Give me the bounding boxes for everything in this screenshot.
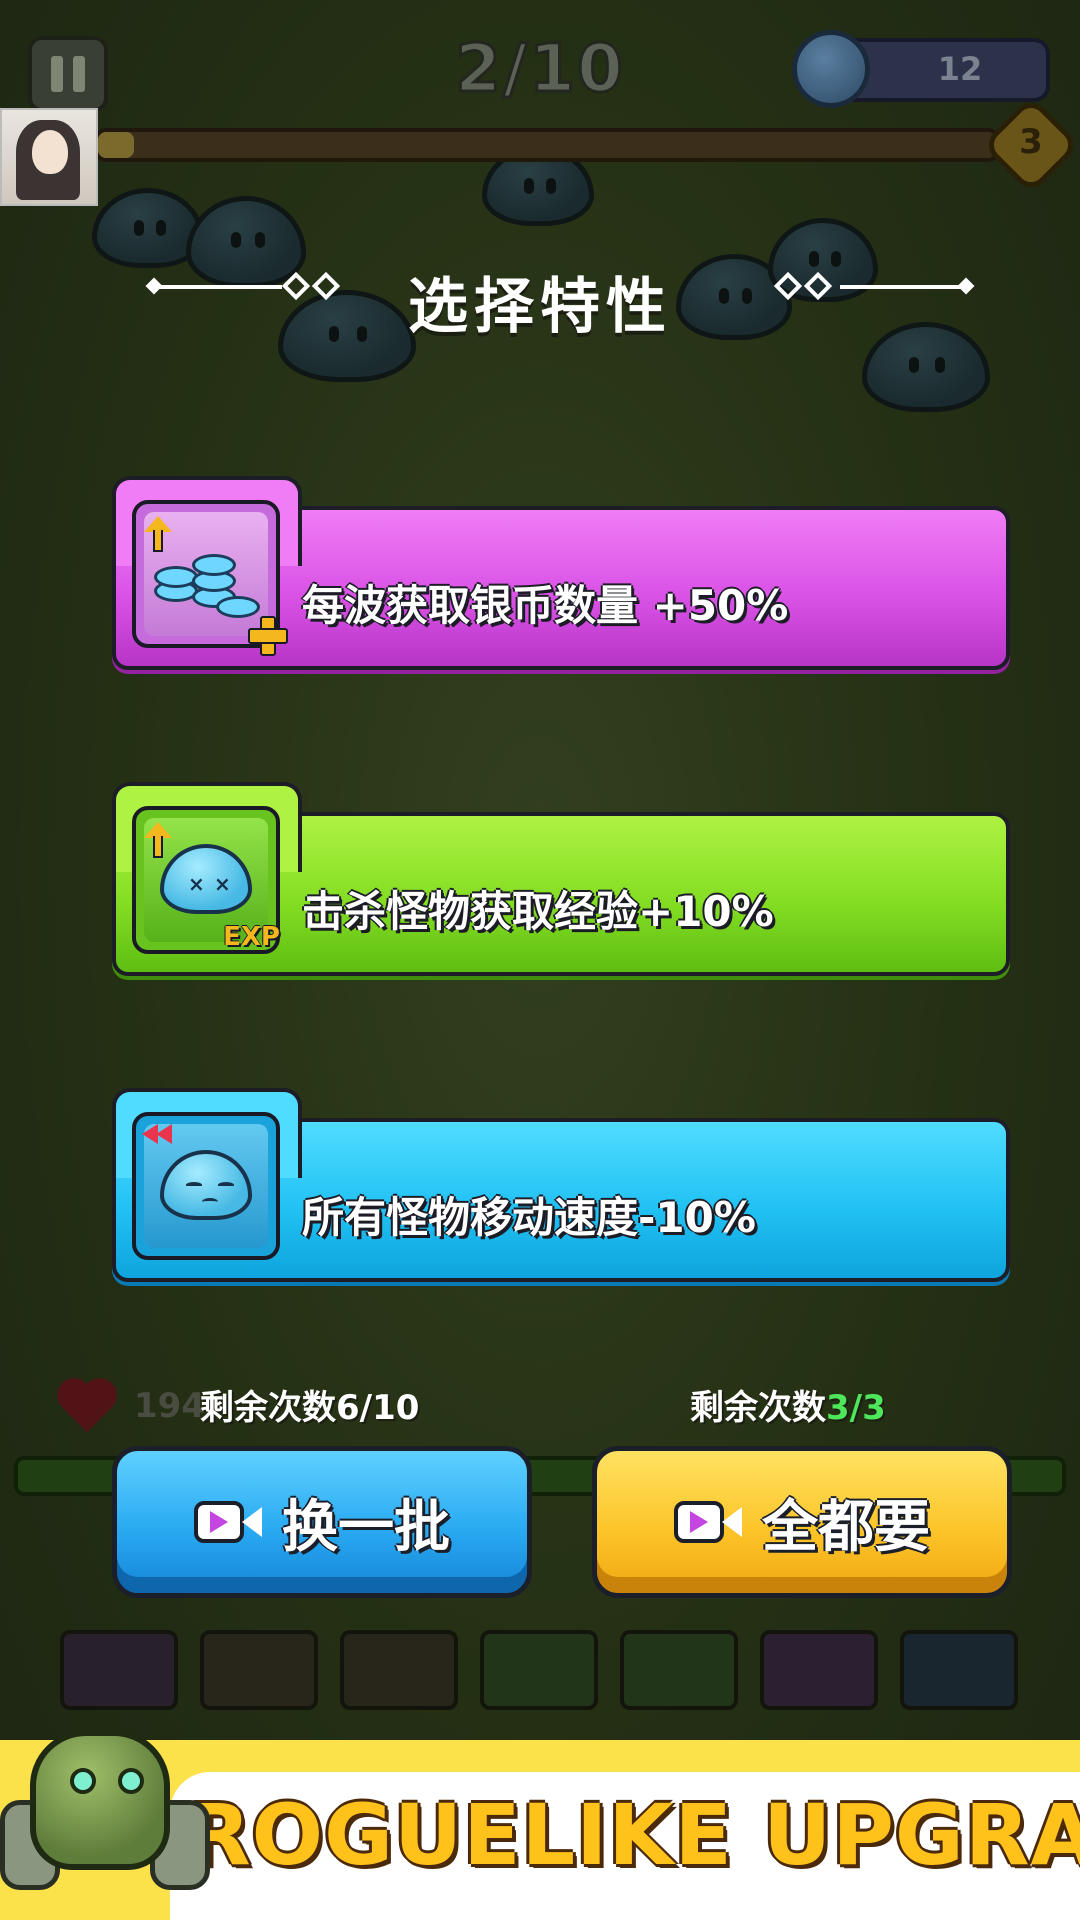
golem-mascot-icon bbox=[0, 1690, 220, 1920]
coin-count: 12 bbox=[937, 50, 983, 88]
coin-icon bbox=[792, 30, 870, 108]
wave-counter: 2/10 bbox=[454, 29, 625, 109]
trait-card-exp[interactable]: × × EXP 击杀怪物获取经验+10% bbox=[112, 782, 1010, 982]
take-all-button[interactable]: 全都要 bbox=[592, 1446, 1012, 1598]
dialog-title-row: 选择特性 bbox=[0, 250, 1080, 342]
up-arrow-icon bbox=[144, 516, 172, 554]
trait-label: 所有怪物移动速度-10% bbox=[302, 1193, 756, 1242]
dialog-title: 选择特性 bbox=[408, 272, 672, 342]
video-ad-icon bbox=[194, 1497, 264, 1547]
golem-body bbox=[30, 1730, 170, 1870]
trait-card-slow[interactable]: 所有怪物移动速度-10% bbox=[112, 1088, 1010, 1288]
remaining-label: 剩余次数 bbox=[200, 1388, 336, 1428]
video-ad-icon bbox=[674, 1497, 744, 1547]
slime-exp-icon: × × EXP bbox=[132, 806, 280, 954]
refresh-button-label: 换一批 bbox=[282, 1494, 450, 1560]
player-avatar[interactable] bbox=[0, 108, 98, 206]
refresh-button[interactable]: 换一批 bbox=[112, 1446, 532, 1598]
plus-icon bbox=[248, 616, 288, 656]
pause-icon bbox=[73, 56, 85, 92]
slow-slime-icon bbox=[132, 1112, 280, 1260]
promo-banner-text: ROGUELIKE UPGRADE bbox=[186, 1786, 1080, 1884]
wave-progress-fill bbox=[98, 132, 134, 158]
coin-stack-icon bbox=[154, 566, 198, 588]
refresh-remaining: 剩余次数6/10 bbox=[200, 1380, 419, 1429]
level-number: 3 bbox=[1019, 122, 1043, 162]
silver-coins-plus-icon bbox=[132, 500, 288, 656]
pause-button[interactable] bbox=[28, 36, 108, 112]
trait-card-silver-coins[interactable]: 每波获取银币数量 +50% bbox=[112, 476, 1010, 676]
golem-eye bbox=[70, 1768, 96, 1794]
avatar-face bbox=[32, 130, 68, 174]
sad-eye-icon bbox=[218, 1182, 234, 1188]
pause-icon bbox=[51, 56, 63, 92]
trait-label: 击杀怪物获取经验+10% bbox=[302, 887, 774, 936]
take-all-remaining: 剩余次数3/3 bbox=[690, 1380, 886, 1429]
remaining-label: 剩余次数 bbox=[690, 1388, 826, 1428]
trait-label: 每波获取银币数量 +50% bbox=[302, 581, 789, 630]
golem-eye bbox=[118, 1768, 144, 1794]
sad-mouth-icon bbox=[202, 1198, 218, 1206]
exp-tag: EXP bbox=[223, 922, 280, 952]
x-eye-icon: × bbox=[188, 872, 205, 896]
rewind-icon bbox=[142, 1124, 178, 1144]
take-all-button-label: 全都要 bbox=[762, 1494, 930, 1560]
coin-stack-icon bbox=[216, 596, 260, 618]
sad-eye-icon bbox=[186, 1182, 202, 1188]
game-screen: 194 2/10 12 3 选择特性 每波获取银币数量 +50% × × EXP… bbox=[0, 0, 1080, 1920]
remaining-value: 6/10 bbox=[336, 1388, 420, 1428]
x-eye-icon: × bbox=[214, 872, 231, 896]
up-arrow-icon bbox=[144, 822, 172, 860]
remaining-value: 3/3 bbox=[826, 1388, 886, 1428]
wave-progress-track bbox=[94, 128, 1000, 162]
coin-stack-icon bbox=[192, 554, 236, 576]
